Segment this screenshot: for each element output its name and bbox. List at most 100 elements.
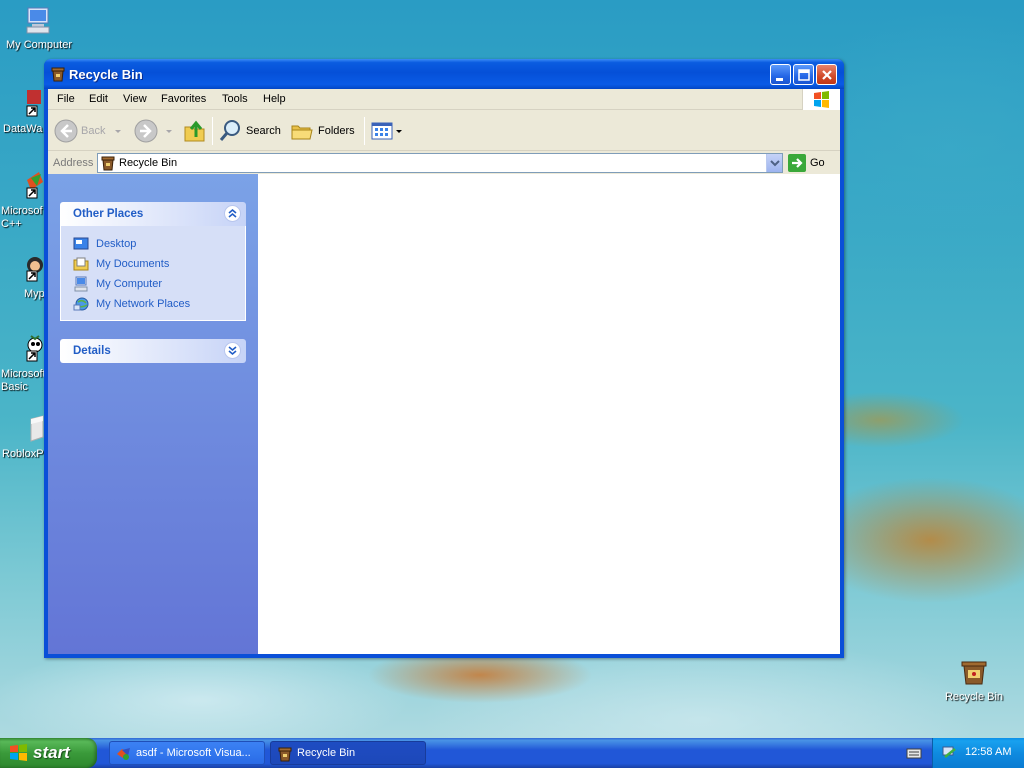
address-label: Address xyxy=(53,157,94,169)
search-button[interactable]: Search xyxy=(218,117,281,145)
window-title: Recycle Bin xyxy=(69,67,143,82)
expand-button[interactable] xyxy=(224,342,241,359)
recycle-bin-icon xyxy=(51,67,65,82)
windows-flag-icon xyxy=(10,744,27,761)
toolbar-separator xyxy=(212,117,213,145)
network-places-icon xyxy=(73,297,89,311)
views-icon xyxy=(371,122,393,140)
chevron-down-icon xyxy=(770,160,780,167)
collapse-button[interactable] xyxy=(224,205,241,222)
windows-flag-icon xyxy=(814,91,829,108)
visual-cpp-icon xyxy=(26,172,43,199)
other-places-header[interactable]: Other Places xyxy=(60,202,246,226)
menu-view[interactable]: View xyxy=(123,93,147,105)
minimize-button[interactable] xyxy=(770,64,791,85)
maximize-icon xyxy=(798,69,810,81)
windows-logo xyxy=(802,89,840,110)
other-places-panel: Other Places Desktop My Documents My Com… xyxy=(60,202,246,321)
keyboard-icon[interactable] xyxy=(906,745,922,761)
clock[interactable]: 12:58 AM xyxy=(965,746,1011,758)
recycle-bin-icon xyxy=(278,747,292,762)
visual-basic-icon xyxy=(26,335,43,362)
details-panel: Details xyxy=(60,339,246,363)
forward-arrow-icon xyxy=(134,119,158,143)
link-label: Desktop xyxy=(96,238,137,250)
views-button[interactable] xyxy=(370,117,403,145)
chevron-down-icon xyxy=(166,130,172,133)
details-header[interactable]: Details xyxy=(60,339,246,363)
address-input[interactable]: Recycle Bin xyxy=(97,153,783,173)
go-button[interactable]: Go xyxy=(788,154,825,172)
my-computer-icon xyxy=(26,7,50,34)
title-bar[interactable]: Recycle Bin xyxy=(44,59,844,89)
back-label: Back xyxy=(81,125,106,137)
visual-studio-icon xyxy=(117,748,130,760)
desktop-icon-recycle-bin[interactable]: Recycle Bin xyxy=(935,656,1013,704)
other-places-title: Other Places xyxy=(73,208,144,220)
network-tray-icon[interactable] xyxy=(941,745,957,761)
recycle-bin-icon xyxy=(961,661,987,685)
link-my-network-places[interactable]: My Network Places xyxy=(73,294,245,314)
menu-bar: File Edit View Favorites Tools Help xyxy=(48,89,840,110)
up-folder-icon xyxy=(184,120,205,142)
menu-file[interactable]: File xyxy=(57,93,75,105)
content-area: Other Places Desktop My Documents My Com… xyxy=(48,174,840,654)
details-title: Details xyxy=(73,345,111,357)
start-label: start xyxy=(33,743,70,762)
recycle-bin-icon xyxy=(101,156,115,171)
taskbar-button-label: Recycle Bin xyxy=(297,747,356,759)
forward-button[interactable] xyxy=(134,117,174,145)
address-bar: Address Recycle Bin Go xyxy=(48,152,840,174)
close-button[interactable] xyxy=(816,64,837,85)
link-label: My Documents xyxy=(96,258,170,270)
taskbar-button-recycle-bin[interactable]: Recycle Bin xyxy=(270,741,426,765)
address-dropdown-button[interactable] xyxy=(766,154,782,172)
standard-toolbar: Back Search Folders xyxy=(48,111,840,151)
maximize-button[interactable] xyxy=(793,64,814,85)
menu-edit[interactable]: Edit xyxy=(89,93,108,105)
my-documents-icon xyxy=(73,257,89,271)
go-arrow-icon xyxy=(788,154,806,172)
address-value: Recycle Bin xyxy=(119,157,178,169)
start-button[interactable]: start xyxy=(0,738,97,768)
other-places-body: Desktop My Documents My Computer My Netw… xyxy=(60,226,246,321)
file-list-area[interactable] xyxy=(258,174,840,654)
minimize-icon xyxy=(776,78,783,81)
close-icon xyxy=(822,70,832,80)
menu-help[interactable]: Help xyxy=(263,93,286,105)
desktop-icon-label: My Computer xyxy=(5,39,73,51)
link-desktop[interactable]: Desktop xyxy=(73,234,245,254)
toolbar-separator xyxy=(364,117,365,145)
chevron-up-double-icon xyxy=(228,208,237,218)
menu-tools[interactable]: Tools xyxy=(222,93,248,105)
recycle-bin-window: Recycle Bin File Edit View Favorites Too… xyxy=(44,59,844,658)
taskbar-button-label: asdf - Microsoft Visua... xyxy=(136,747,251,759)
desktop-icon-my-computer[interactable]: My Computer xyxy=(0,4,78,52)
roblox-icon xyxy=(30,415,44,442)
link-my-documents[interactable]: My Documents xyxy=(73,254,245,274)
link-label: My Computer xyxy=(96,278,163,290)
back-arrow-icon xyxy=(54,119,78,143)
link-my-computer[interactable]: My Computer xyxy=(73,274,245,294)
shortcut-app-icon xyxy=(26,90,41,117)
back-button[interactable]: Back xyxy=(54,117,123,145)
chevron-down-icon xyxy=(396,130,402,133)
taskbar-button-visual-studio[interactable]: asdf - Microsoft Visua... xyxy=(109,741,265,765)
folders-button[interactable]: Folders xyxy=(290,117,355,145)
taskbar: start asdf - Microsoft Visua... Recycle … xyxy=(0,738,1024,768)
desktop-icon xyxy=(73,237,89,250)
character-icon xyxy=(26,257,43,282)
go-label: Go xyxy=(810,157,825,169)
my-computer-icon xyxy=(74,276,88,292)
menu-favorites[interactable]: Favorites xyxy=(161,93,206,105)
system-tray: 12:58 AM xyxy=(932,738,1024,768)
chevron-down-icon xyxy=(115,130,122,133)
task-pane: Other Places Desktop My Documents My Com… xyxy=(48,174,258,654)
desktop-icon-label: Recycle Bin xyxy=(944,691,1004,703)
search-icon xyxy=(219,120,240,141)
folders-icon xyxy=(291,125,313,140)
up-folder-button[interactable] xyxy=(182,117,208,145)
search-label: Search xyxy=(246,125,281,137)
link-label: My Network Places xyxy=(96,298,191,310)
window-body: File Edit View Favorites Tools Help Back… xyxy=(48,89,840,654)
